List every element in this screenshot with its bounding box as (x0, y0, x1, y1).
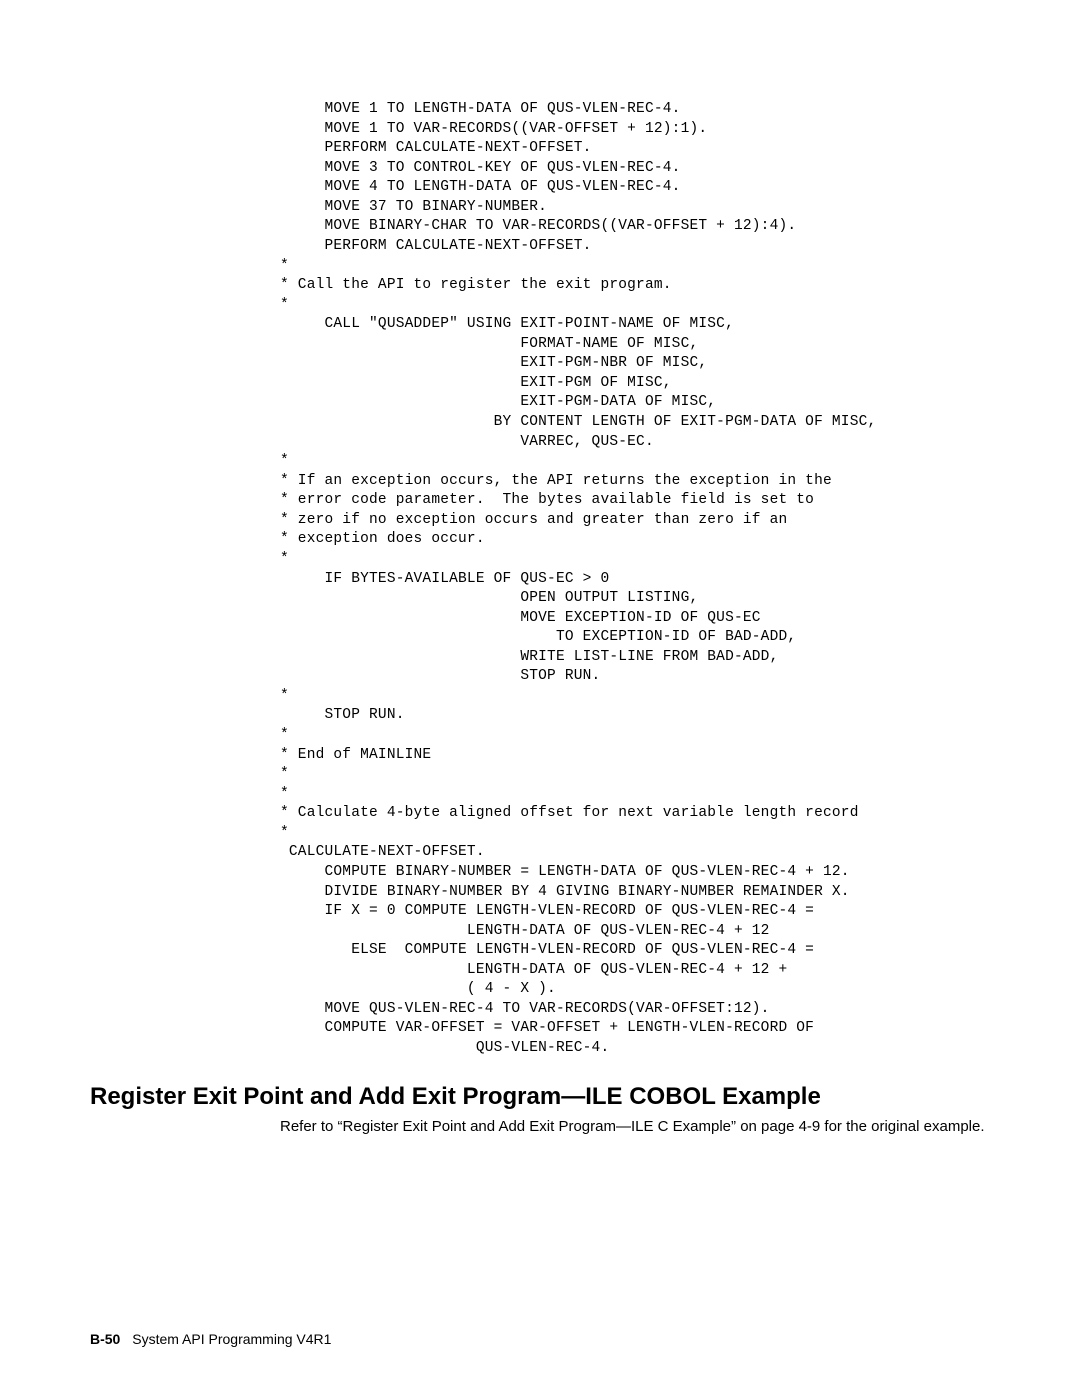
code-listing: MOVE 1 TO LENGTH-DATA OF QUS-VLEN-REC-4.… (280, 100, 990, 1059)
book-title: System API Programming V4R1 (132, 1331, 331, 1347)
section-heading: Register Exit Point and Add Exit Program… (90, 1083, 990, 1111)
page-footer: B-50 System API Programming V4R1 (90, 1331, 331, 1347)
body-paragraph: Refer to “Register Exit Point and Add Ex… (280, 1117, 990, 1137)
page-number: B-50 (90, 1331, 120, 1347)
